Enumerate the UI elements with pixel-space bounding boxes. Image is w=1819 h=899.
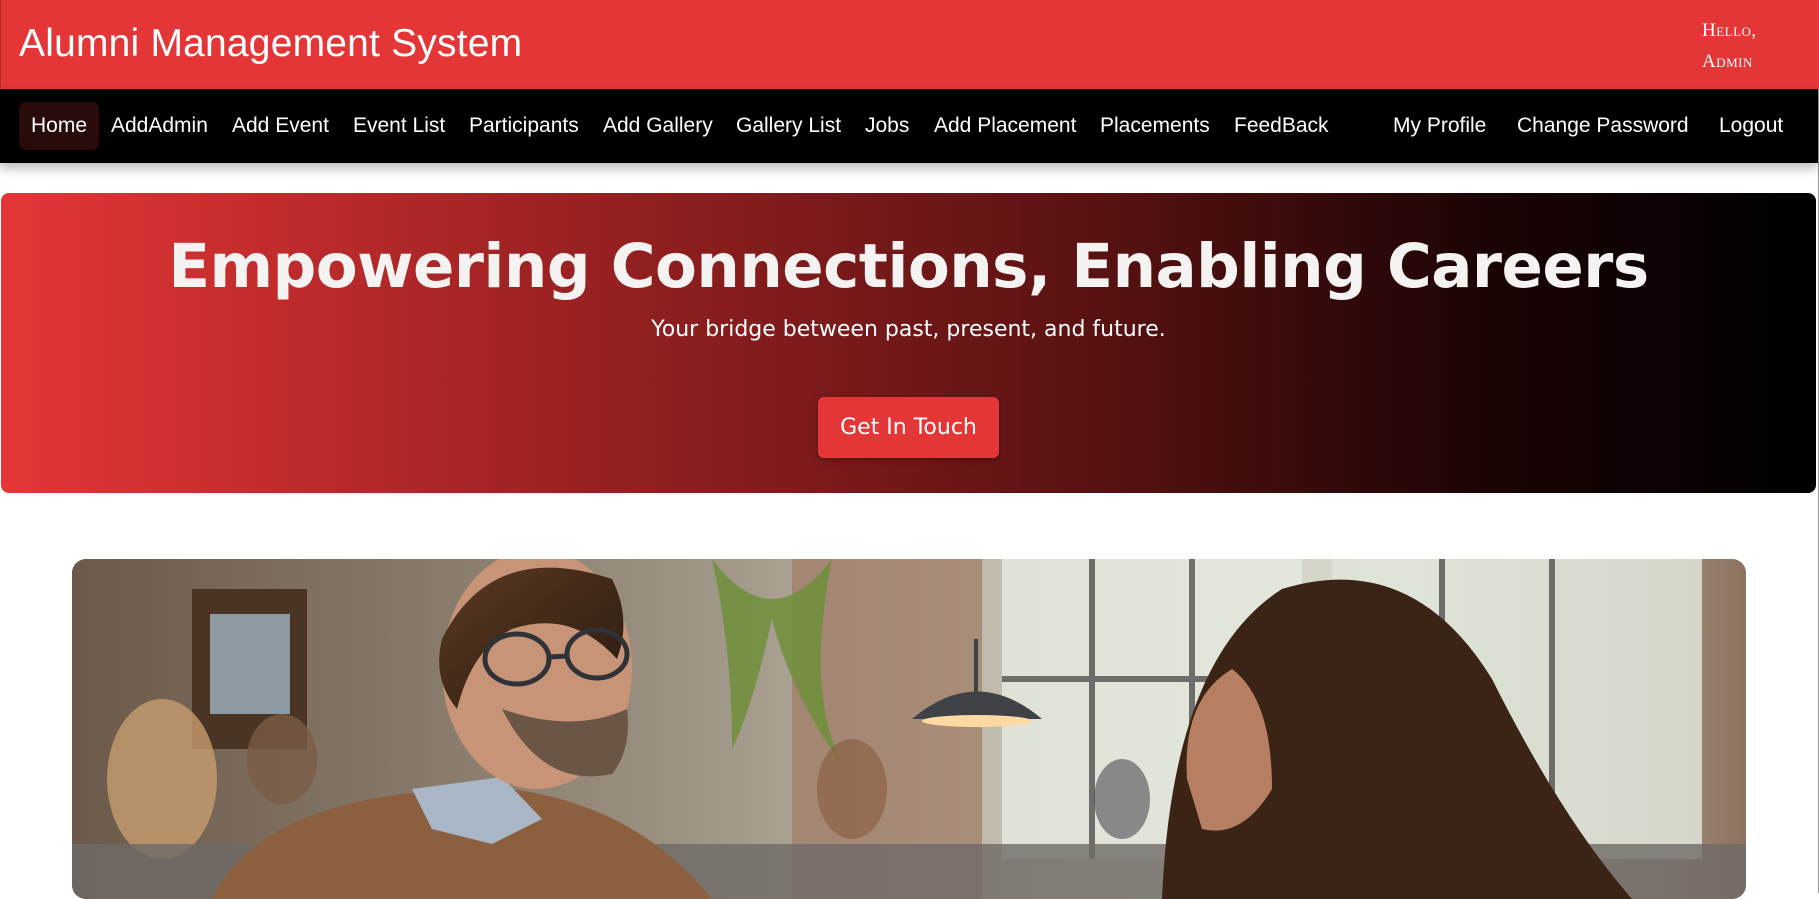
nav-add-gallery[interactable]: Add Gallery <box>591 102 725 150</box>
nav-change-password[interactable]: Change Password <box>1505 102 1701 150</box>
nav-add-event[interactable]: Add Event <box>220 102 341 150</box>
mentor-conversation-photo <box>72 559 1746 899</box>
user-greeting: Hello, Admin <box>1702 15 1782 77</box>
site-brand[interactable]: Alumni Management System <box>19 22 522 66</box>
main-navbar: Home AddAdmin Add Event Event List Parti… <box>0 89 1818 163</box>
get-in-touch-button[interactable]: Get In Touch <box>818 397 999 458</box>
nav-gallery-list[interactable]: Gallery List <box>724 102 853 150</box>
hero-title: Empowering Connections, Enabling Careers <box>168 231 1649 302</box>
nav-my-profile[interactable]: My Profile <box>1381 102 1498 150</box>
greeting-username: Admin <box>1702 51 1753 72</box>
hero-banner: Empowering Connections, Enabling Careers… <box>1 193 1816 493</box>
nav-logout[interactable]: Logout <box>1707 102 1795 150</box>
top-header: Alumni Management System Hello, Admin <box>0 0 1819 89</box>
nav-add-placement[interactable]: Add Placement <box>922 102 1088 150</box>
nav-home[interactable]: Home <box>19 102 100 150</box>
hero-carousel[interactable] <box>72 559 1746 899</box>
nav-event-list[interactable]: Event List <box>341 102 457 150</box>
nav-jobs[interactable]: Jobs <box>853 102 921 150</box>
nav-feedback[interactable]: FeedBack <box>1222 102 1341 150</box>
greeting-hello: Hello, <box>1702 20 1757 41</box>
hero-subtitle: Your bridge between past, present, and f… <box>651 317 1166 342</box>
nav-placements[interactable]: Placements <box>1088 102 1222 150</box>
nav-add-admin[interactable]: AddAdmin <box>99 102 220 150</box>
nav-participants[interactable]: Participants <box>457 102 591 150</box>
